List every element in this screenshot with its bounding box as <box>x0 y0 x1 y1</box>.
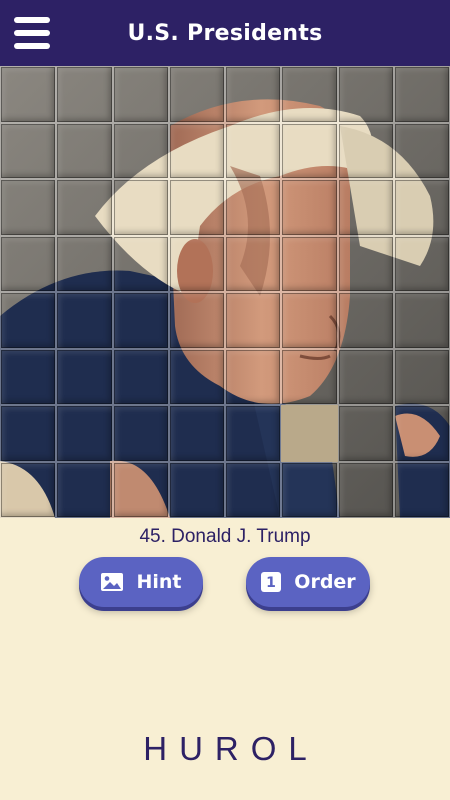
puzzle-tile[interactable] <box>393 292 450 349</box>
puzzle-tile[interactable] <box>168 235 225 292</box>
puzzle-tile[interactable] <box>0 405 57 462</box>
puzzle-tile[interactable] <box>0 461 57 518</box>
puzzle-tile[interactable] <box>281 122 338 179</box>
puzzle-tile[interactable] <box>393 122 450 179</box>
puzzle-tile[interactable] <box>0 348 57 405</box>
puzzle-tile[interactable] <box>225 66 282 123</box>
puzzle-tile[interactable] <box>393 179 450 236</box>
puzzle-tile[interactable] <box>225 292 282 349</box>
puzzle-tile[interactable] <box>337 461 394 518</box>
puzzle-tile[interactable] <box>225 405 282 462</box>
puzzle-tile[interactable] <box>112 122 169 179</box>
puzzle-tile[interactable] <box>225 348 282 405</box>
puzzle-tile[interactable] <box>168 122 225 179</box>
puzzle-tile[interactable] <box>0 235 57 292</box>
puzzle-tile[interactable] <box>281 461 338 518</box>
puzzle-tile[interactable] <box>225 235 282 292</box>
puzzle-tile[interactable] <box>168 179 225 236</box>
puzzle-tile[interactable] <box>56 405 113 462</box>
hint-label: Hint <box>136 571 182 593</box>
puzzle-tile[interactable] <box>56 348 113 405</box>
puzzle-tile[interactable] <box>281 292 338 349</box>
puzzle-tile[interactable] <box>112 66 169 123</box>
order-icon-number: 1 <box>266 575 276 591</box>
puzzle-tile[interactable] <box>112 348 169 405</box>
puzzle-tile[interactable] <box>0 122 57 179</box>
puzzle-tile[interactable] <box>168 66 225 123</box>
puzzle-tile[interactable] <box>281 66 338 123</box>
puzzle-tile[interactable] <box>337 122 394 179</box>
puzzle-tile[interactable] <box>56 292 113 349</box>
puzzle-tile[interactable] <box>225 122 282 179</box>
puzzle-tile[interactable] <box>0 292 57 349</box>
puzzle-tile[interactable] <box>0 179 57 236</box>
hurol-logo: HUROL <box>143 730 319 767</box>
app-header: U.S. Presidents <box>0 0 450 66</box>
puzzle-tile[interactable] <box>281 179 338 236</box>
order-label: Order <box>294 571 356 593</box>
puzzle-tile[interactable] <box>112 179 169 236</box>
puzzle-tile[interactable] <box>168 461 225 518</box>
puzzle-tile[interactable] <box>337 405 394 462</box>
image-icon <box>100 572 124 592</box>
hamburger-menu-icon[interactable] <box>14 17 50 49</box>
order-button[interactable]: 1 Order <box>246 557 370 607</box>
puzzle-tile[interactable] <box>337 235 394 292</box>
app-title: U.S. Presidents <box>127 20 323 46</box>
puzzle-tile[interactable] <box>112 405 169 462</box>
hint-button[interactable]: Hint <box>79 557 203 607</box>
puzzle-tile[interactable] <box>168 292 225 349</box>
puzzle-tile[interactable] <box>168 348 225 405</box>
president-caption: 45. Donald J. Trump <box>139 526 311 547</box>
puzzle-tile[interactable] <box>393 66 450 123</box>
puzzle-tile[interactable] <box>393 461 450 518</box>
puzzle-tile[interactable] <box>281 235 338 292</box>
puzzle-tile[interactable] <box>56 461 113 518</box>
puzzle-tile[interactable] <box>56 122 113 179</box>
puzzle-tile[interactable] <box>393 235 450 292</box>
puzzle-tile[interactable] <box>112 235 169 292</box>
puzzle-tile[interactable] <box>56 235 113 292</box>
puzzle-tile[interactable] <box>112 292 169 349</box>
puzzle-tile[interactable] <box>337 179 394 236</box>
puzzle-tile[interactable] <box>168 405 225 462</box>
puzzle-tile[interactable] <box>393 348 450 405</box>
puzzle-tile[interactable] <box>0 66 57 123</box>
puzzle-tile[interactable] <box>225 179 282 236</box>
puzzle-tile[interactable] <box>56 179 113 236</box>
puzzle-tile[interactable] <box>281 348 338 405</box>
puzzle-board <box>0 66 450 518</box>
empty-tile-slot <box>281 405 338 462</box>
puzzle-tile[interactable] <box>393 405 450 462</box>
puzzle-tile[interactable] <box>337 348 394 405</box>
puzzle-tile[interactable] <box>337 292 394 349</box>
puzzle-tile[interactable] <box>337 66 394 123</box>
puzzle-tile[interactable] <box>56 66 113 123</box>
puzzle-tile[interactable] <box>112 461 169 518</box>
puzzle-tile[interactable] <box>225 461 282 518</box>
number-one-icon: 1 <box>260 571 282 593</box>
